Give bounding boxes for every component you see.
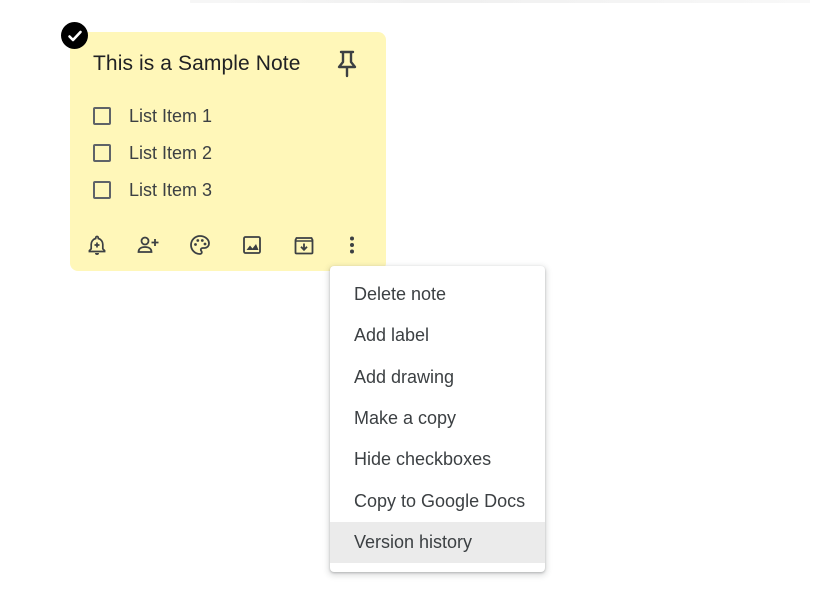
note-title[interactable]: This is a Sample Note (93, 52, 301, 76)
top-divider (190, 0, 810, 3)
menu-item-copy-to-docs[interactable]: Copy to Google Docs (330, 480, 545, 521)
list-item-1[interactable]: List Item 1 (93, 105, 212, 127)
menu-item-hide-checkboxes[interactable]: Hide checkboxes (330, 439, 545, 480)
menu-item-add-label[interactable]: Add label (330, 315, 545, 356)
image-icon (241, 234, 263, 256)
check-icon (66, 27, 84, 45)
list-item-2[interactable]: List Item 2 (93, 142, 212, 164)
menu-item-version-history[interactable]: Version history (330, 522, 545, 563)
archive-button[interactable] (291, 232, 317, 258)
archive-icon (293, 234, 315, 256)
menu-item-delete-note[interactable]: Delete note (330, 274, 545, 315)
more-options-menu: Delete note Add label Add drawing Make a… (330, 266, 545, 572)
list-item-label: List Item 3 (129, 180, 212, 201)
pin-icon (335, 49, 359, 79)
remind-me-button[interactable] (84, 232, 110, 258)
collaborator-button[interactable] (135, 232, 161, 258)
remind-me-icon (86, 234, 108, 256)
list-item-label: List Item 1 (129, 106, 212, 127)
select-note-check[interactable] (61, 22, 88, 49)
checkbox[interactable] (93, 181, 111, 199)
list-item-label: List Item 2 (129, 143, 212, 164)
checkbox[interactable] (93, 107, 111, 125)
checkbox[interactable] (93, 144, 111, 162)
note-card[interactable]: This is a Sample Note List Item 1 List I… (70, 32, 386, 271)
background-options-button[interactable] (187, 232, 213, 258)
keep-canvas: This is a Sample Note List Item 1 List I… (0, 0, 825, 596)
palette-icon (189, 234, 211, 256)
more-vert-icon (341, 234, 363, 256)
menu-item-make-copy[interactable]: Make a copy (330, 398, 545, 439)
more-options-button[interactable] (339, 232, 365, 258)
list-item-3[interactable]: List Item 3 (93, 179, 212, 201)
add-image-button[interactable] (239, 232, 265, 258)
collaborator-icon (136, 234, 160, 256)
pin-button[interactable] (333, 47, 361, 81)
menu-item-add-drawing[interactable]: Add drawing (330, 357, 545, 398)
